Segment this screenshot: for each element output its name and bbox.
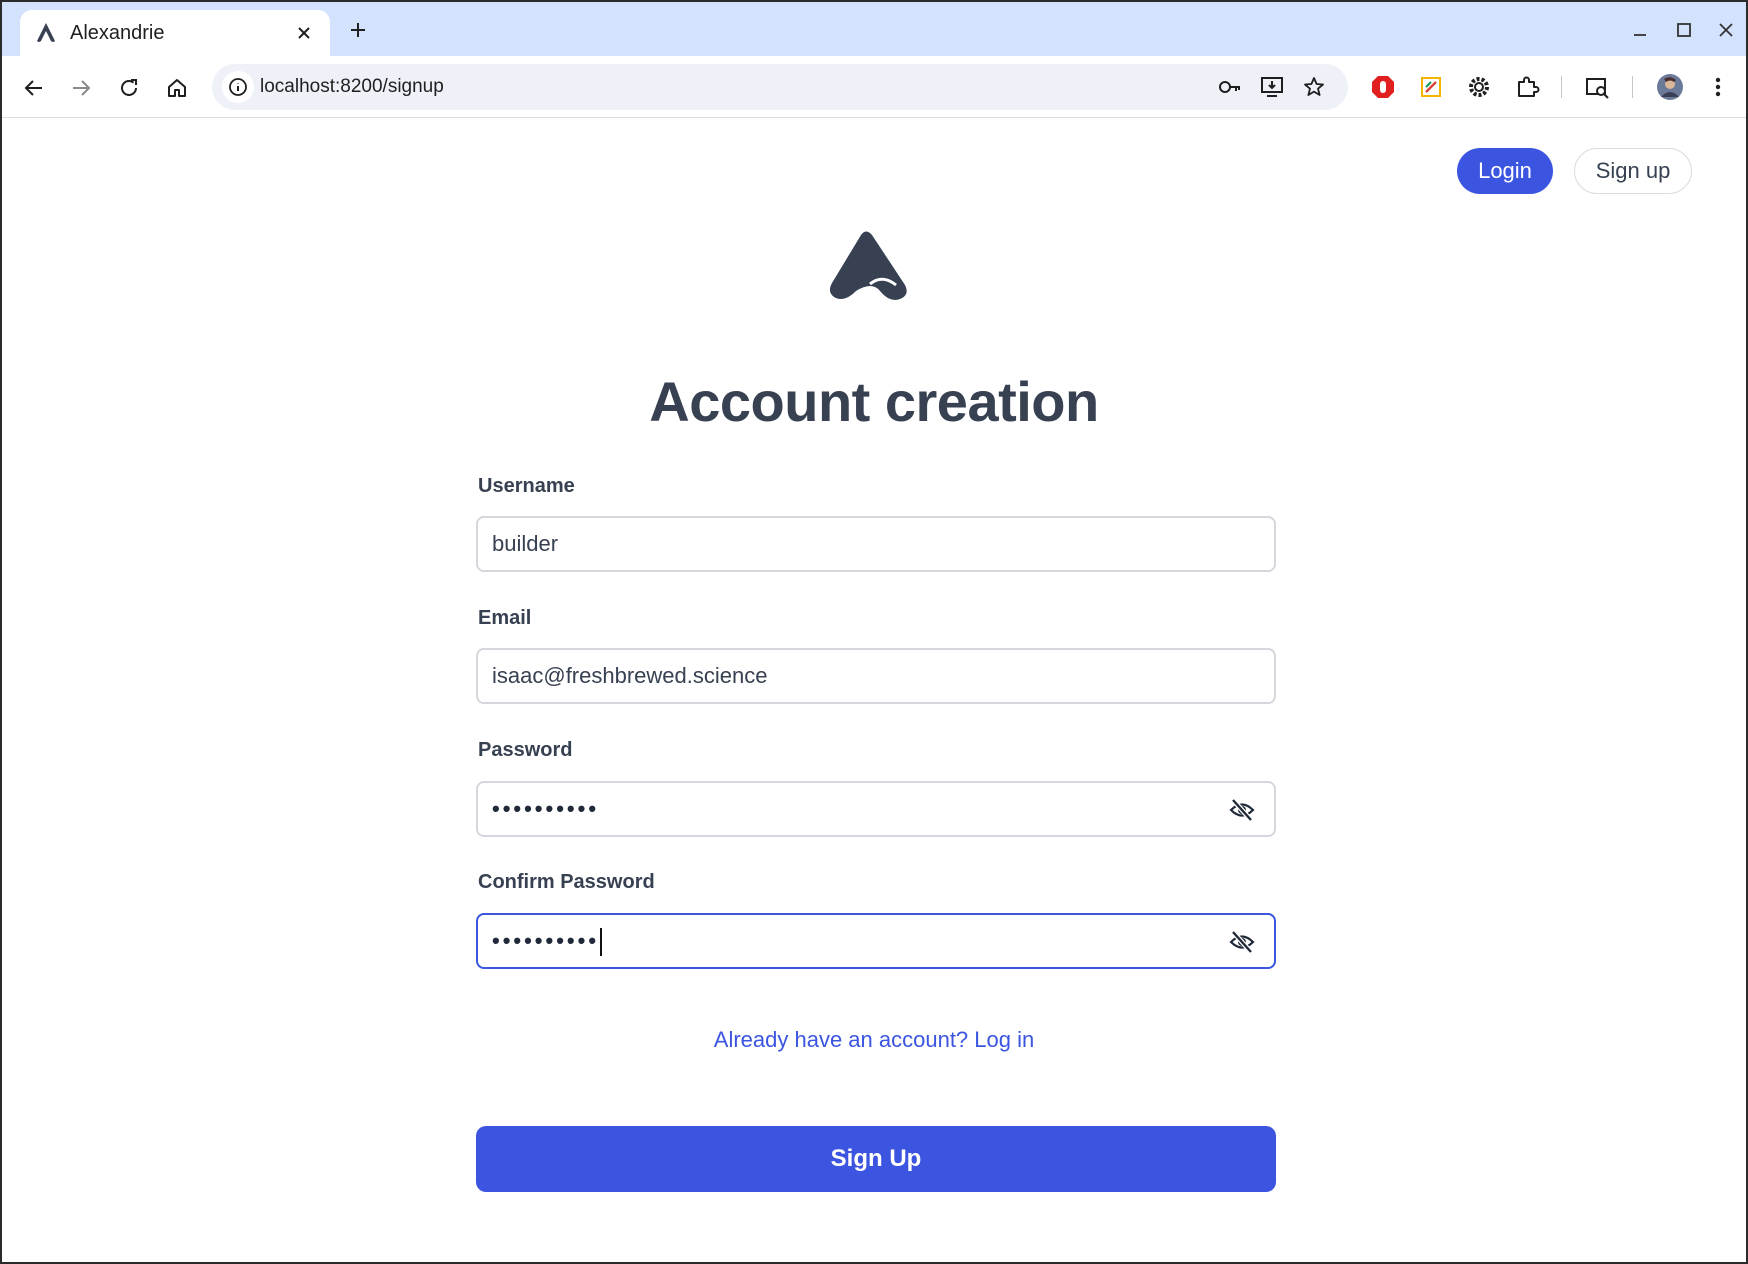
email-value: isaac@freshbrewed.science [492,663,768,688]
home-icon[interactable] [160,71,194,105]
toolbar-separator [1561,76,1562,98]
gear-extension-icon[interactable] [1463,71,1495,103]
new-tab-icon[interactable] [342,14,374,46]
username-input[interactable]: builder [476,516,1276,572]
password-label: Password [478,739,573,761]
bookmark-star-icon[interactable] [1300,73,1328,101]
close-window-icon[interactable] [1712,16,1740,44]
login-link[interactable]: Already have an account? Log in [2,1027,1746,1053]
email-label: Email [478,607,532,629]
reload-icon[interactable] [112,71,146,105]
adblock-extension-icon[interactable] [1367,71,1399,103]
toolbar-separator [1632,76,1633,98]
browser-menu-icon[interactable] [1702,71,1734,103]
eye-slash-icon[interactable] [1228,796,1256,824]
login-button[interactable]: Login [1457,148,1553,194]
profile-avatar[interactable] [1654,71,1686,103]
eye-slash-icon[interactable] [1228,928,1256,956]
sign-up-submit-button[interactable]: Sign Up [476,1126,1276,1192]
password-input[interactable]: •••••••••• [476,781,1276,837]
install-app-icon[interactable] [1258,73,1286,101]
address-bar[interactable]: localhost:8200/signup [212,64,1348,110]
password-masked-value: •••••••••• [492,796,600,821]
minimize-icon[interactable] [1626,16,1654,44]
tab-title: Alexandrie [70,21,165,44]
color-picker-extension-icon[interactable] [1415,71,1447,103]
tab-strip: Alexandrie [2,2,1746,56]
maximize-icon[interactable] [1670,16,1698,44]
password-key-icon[interactable] [1216,73,1244,101]
back-arrow-icon[interactable] [17,71,51,105]
signup-nav-button[interactable]: Sign up [1574,148,1692,194]
extensions-puzzle-icon[interactable] [1511,71,1543,103]
page-title: Account creation [649,370,1099,433]
browser-window: Alexandrie localhost:8200/signup Login S… [0,0,1748,1264]
confirm-password-masked-value: •••••••••• [492,928,600,953]
browser-tab[interactable]: Alexandrie [20,10,330,56]
text-caret [600,928,603,957]
confirm-password-input[interactable]: •••••••••• [476,913,1276,969]
browser-toolbar: localhost:8200/signup [2,56,1746,118]
username-label: Username [478,475,575,497]
username-value: builder [492,531,559,556]
site-info-icon[interactable] [222,71,254,103]
email-input[interactable]: isaac@freshbrewed.science [476,648,1276,704]
confirm-password-label: Confirm Password [478,871,655,893]
tab-close-icon[interactable] [292,21,316,45]
alexandrie-favicon-icon [37,23,55,42]
search-tabs-icon[interactable] [1581,71,1613,103]
url-text[interactable]: localhost:8200/signup [260,64,444,110]
page-content: Login Sign up Account creation Username … [2,119,1746,1262]
forward-arrow-icon[interactable] [64,71,98,105]
alexandrie-logo-icon [829,231,907,300]
